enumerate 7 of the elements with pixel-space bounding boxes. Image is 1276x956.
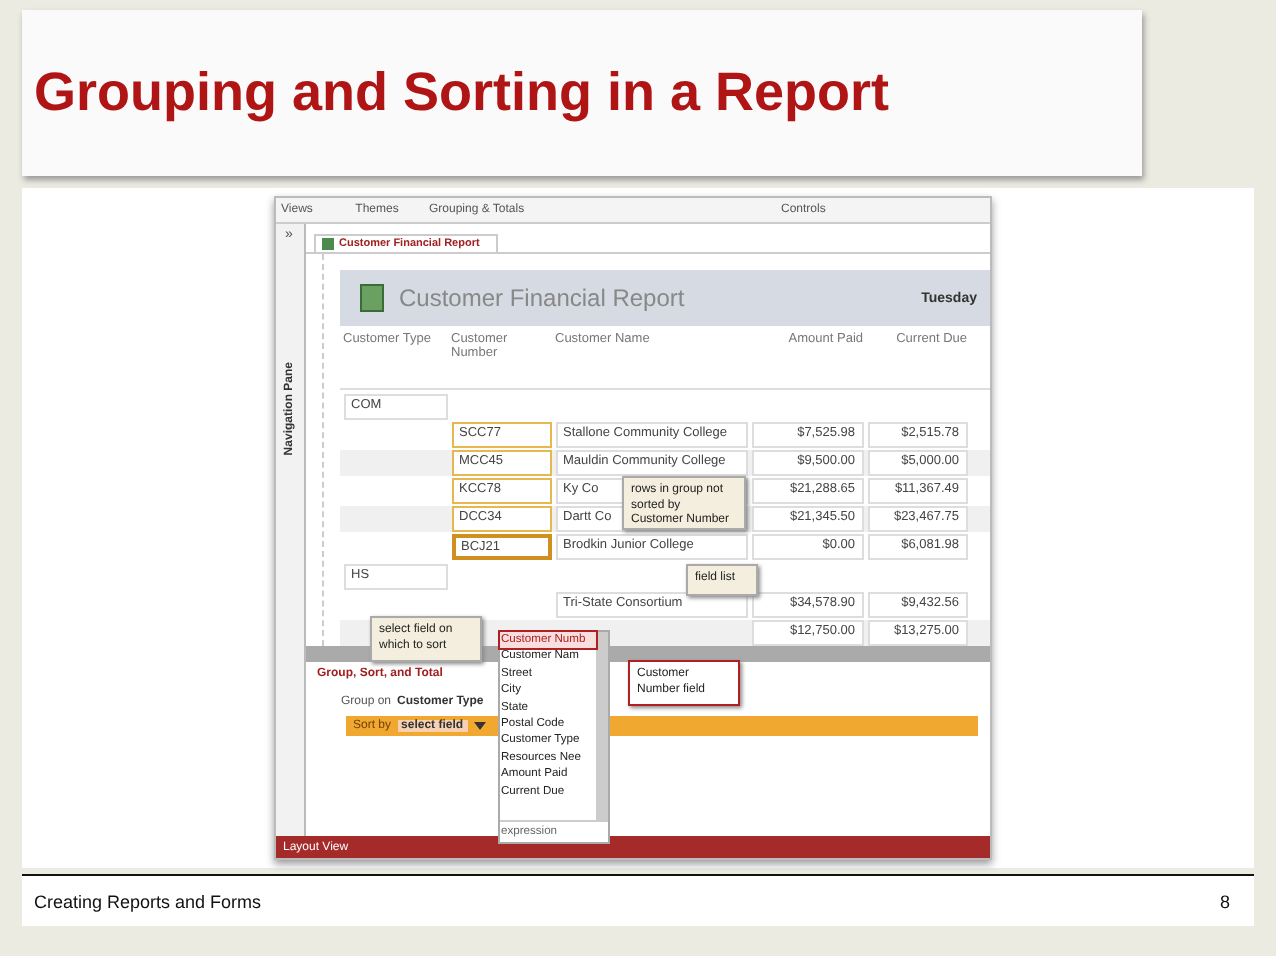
- report-title: Customer Financial Report: [399, 284, 687, 312]
- report-icon: [321, 238, 333, 250]
- slide-title: Grouping and Sorting in a Report: [34, 62, 889, 124]
- caret-icon[interactable]: [473, 722, 486, 730]
- report-icon: [359, 284, 383, 312]
- footer-text: Creating Reports and Forms: [34, 891, 262, 911]
- page-number: 8: [1219, 891, 1230, 911]
